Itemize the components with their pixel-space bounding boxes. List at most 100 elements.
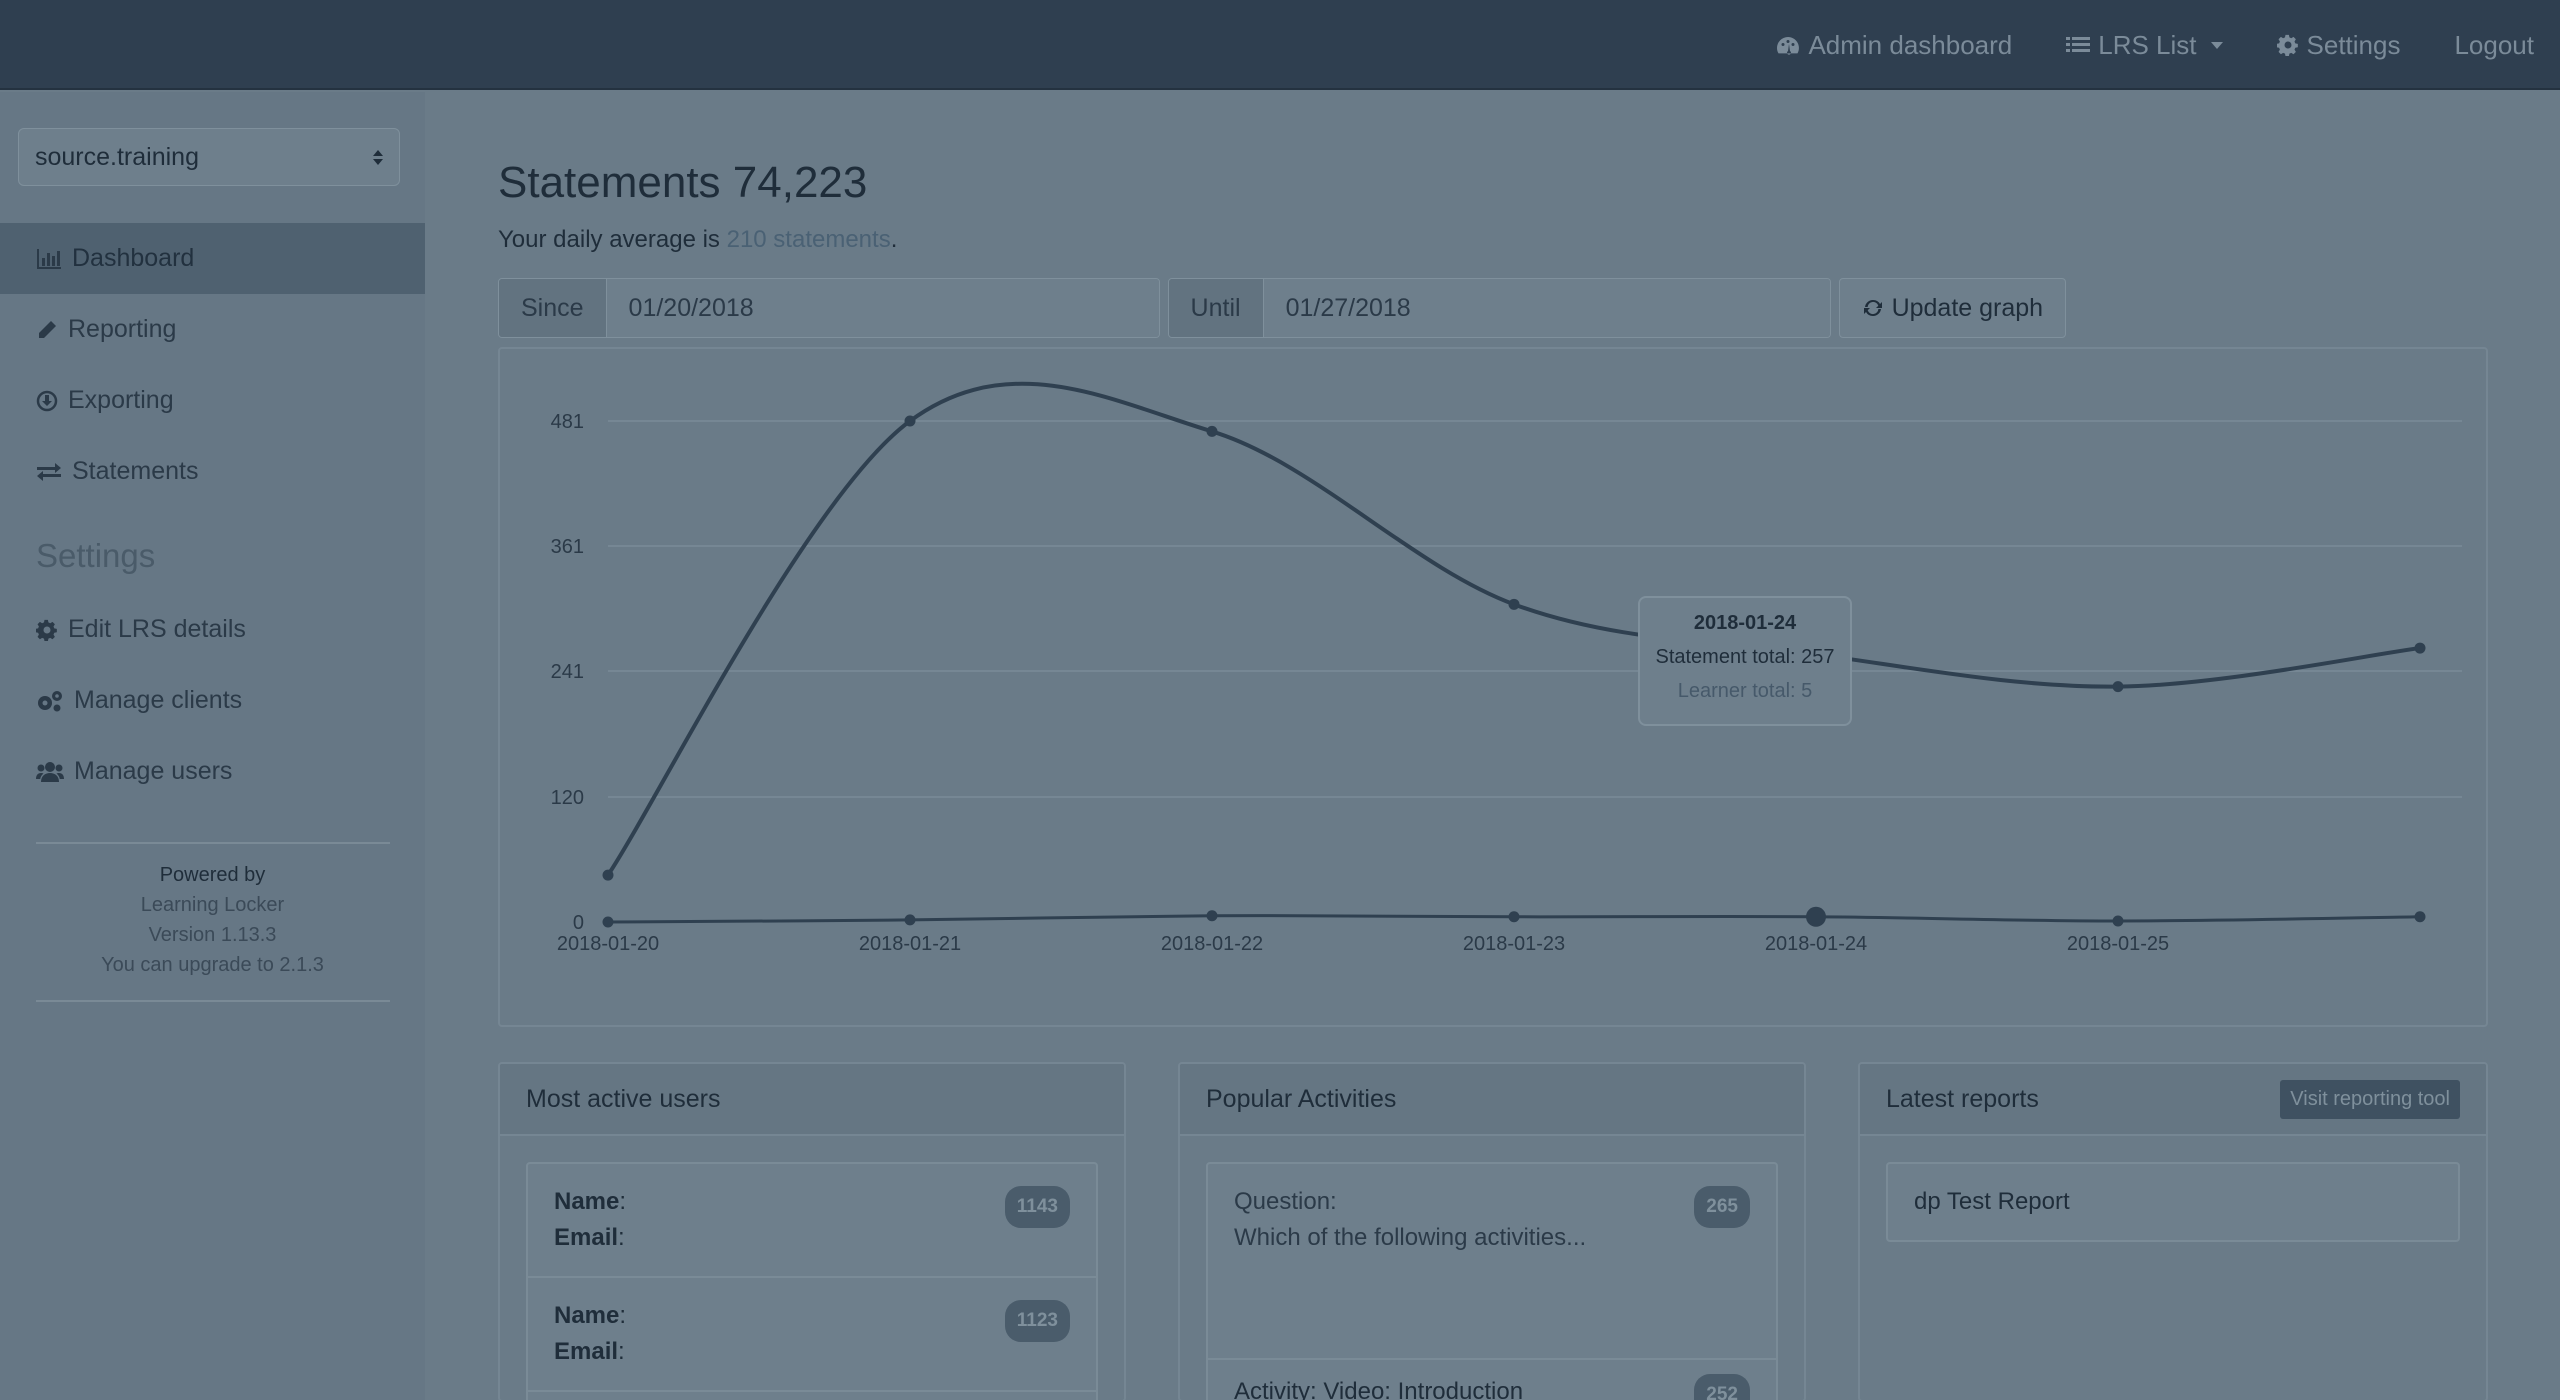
list-item[interactable]: dp Test Report bbox=[1888, 1164, 2458, 1240]
dashboard-icon bbox=[1777, 37, 1800, 55]
x-tick-label: 2018-01-22 bbox=[1161, 933, 1263, 955]
bar-chart-icon bbox=[37, 248, 61, 269]
activity-name: Which of the following activities... bbox=[1234, 1224, 1587, 1251]
list-item[interactable] bbox=[528, 1392, 1096, 1400]
sidebar-item-exporting[interactable]: Exporting bbox=[0, 365, 425, 436]
sidebar-item-reporting[interactable]: Reporting bbox=[0, 294, 425, 365]
sidebar-item-dashboard[interactable]: Dashboard bbox=[0, 223, 425, 294]
visit-reporting-tool-button[interactable]: Visit reporting tool bbox=[2280, 1079, 2460, 1119]
list-icon bbox=[2066, 37, 2091, 52]
panel-header: Most active users bbox=[500, 1064, 1124, 1136]
data-point bbox=[2112, 915, 2124, 927]
name-label: Name bbox=[554, 1302, 620, 1329]
sidebar-item-label: Reporting bbox=[68, 315, 177, 343]
user-email-line: Email: bbox=[554, 1334, 1070, 1370]
panel-header: Popular Activities bbox=[1180, 1064, 1804, 1136]
x-tick-label: 2018-01-24 bbox=[1765, 933, 1867, 955]
panel-header: Latest reports Visit reporting tool bbox=[1860, 1064, 2486, 1136]
y-tick-label: 241 bbox=[551, 661, 584, 683]
x-tick-label: 2018-01-20 bbox=[557, 933, 659, 955]
top-navbar: Admin dashboard LRS List Settings Logout bbox=[0, 0, 2560, 90]
user-name-line: Name: bbox=[554, 1298, 1070, 1334]
refresh-icon bbox=[1863, 299, 1882, 317]
colon: : bbox=[619, 1302, 627, 1329]
data-point bbox=[602, 916, 614, 928]
data-point bbox=[1508, 598, 1520, 610]
email-label: Email bbox=[554, 1338, 619, 1365]
tooltip-learner-total: Learner total: 5 bbox=[1677, 680, 1813, 702]
colon: : bbox=[618, 1338, 625, 1365]
report-name: dp Test Report bbox=[1914, 1188, 2070, 1215]
sidebar-item-label: Manage users bbox=[74, 757, 233, 785]
nav-lrs-list-label: LRS List bbox=[2098, 29, 2197, 60]
page-title: Statements 74,223 bbox=[498, 158, 868, 207]
until-label: Until bbox=[1168, 279, 1264, 337]
colon: : bbox=[618, 1224, 625, 1251]
sidebar: source.training Dashboard Reporting Expo… bbox=[0, 92, 425, 1400]
exchange-icon bbox=[37, 462, 61, 481]
since-label: Since bbox=[499, 279, 607, 337]
users-icon bbox=[36, 761, 64, 782]
sidebar-item-manage-clients[interactable]: Manage clients bbox=[0, 665, 425, 736]
since-date-input[interactable]: 01/20/2018 bbox=[606, 279, 1159, 337]
nav-settings[interactable]: Settings bbox=[2276, 29, 2401, 61]
list-item[interactable]: Activity: Video: Introduction 252 bbox=[1208, 1360, 1776, 1400]
colon: : bbox=[619, 1188, 627, 1215]
gear-icon bbox=[2276, 34, 2298, 56]
panel-title: Most active users bbox=[526, 1084, 721, 1113]
daily-average-text: Your daily average is 210 statements. bbox=[498, 226, 897, 254]
count-badge: 252 bbox=[1694, 1374, 1750, 1400]
list-item[interactable]: Name: Email: 1123 bbox=[528, 1278, 1096, 1392]
until-date-input[interactable]: 01/27/2018 bbox=[1263, 279, 1830, 337]
sidebar-item-label: Manage clients bbox=[74, 686, 243, 714]
email-label: Email bbox=[554, 1224, 619, 1251]
count-badge: 1123 bbox=[1004, 1300, 1070, 1342]
sidebar-settings-menu: Edit LRS details Manage clients Manage u… bbox=[0, 594, 425, 807]
sidebar-item-label: Statements bbox=[72, 457, 199, 485]
date-range-form: Since 01/20/2018 Until 01/27/2018 Update… bbox=[498, 278, 2067, 338]
data-point bbox=[1206, 425, 1218, 437]
update-graph-button[interactable]: Update graph bbox=[1838, 278, 2067, 338]
nav-links: Admin dashboard LRS List Settings Logout bbox=[1776, 0, 2534, 90]
panel-title: Latest reports bbox=[1886, 1084, 2039, 1113]
nav-admin-dashboard-label: Admin dashboard bbox=[1808, 29, 2013, 60]
data-point bbox=[602, 869, 614, 881]
sidebar-item-manage-users[interactable]: Manage users bbox=[0, 736, 425, 807]
activity-type: Activity: Video: Introduction bbox=[1234, 1378, 1524, 1400]
daily-average-prefix: Your daily average is bbox=[498, 226, 727, 253]
settings-heading: Settings bbox=[36, 537, 156, 574]
tooltip-statement-total: Statement total: 257 bbox=[1655, 646, 1835, 668]
sidebar-item-edit-lrs[interactable]: Edit LRS details bbox=[0, 594, 425, 665]
sidebar-divider bbox=[36, 1000, 390, 1002]
popular-activities-panel: Popular Activities Question: Which of th… bbox=[1178, 1062, 1806, 1400]
name-label: Name bbox=[554, 1188, 620, 1215]
version-text: Version 1.13.3 bbox=[148, 924, 277, 946]
nav-logout[interactable]: Logout bbox=[2454, 30, 2534, 61]
pencil-icon bbox=[39, 320, 56, 338]
latest-reports-panel: Latest reports Visit reporting tool dp T… bbox=[1858, 1062, 2488, 1400]
nav-lrs-list[interactable]: LRS List bbox=[2066, 29, 2223, 61]
x-tick-label: 2018-01-21 bbox=[859, 933, 961, 955]
y-tick-label: 481 bbox=[551, 411, 584, 433]
y-tick-label: 0 bbox=[573, 912, 584, 934]
nav-settings-label: Settings bbox=[2306, 29, 2401, 60]
chart-svg: 0 120 241 361 481 2018-01-20 2018-01-21 2018-01… bbox=[551, 381, 2462, 955]
data-point bbox=[904, 914, 916, 926]
lrs-select[interactable]: source.training bbox=[18, 128, 400, 186]
data-point bbox=[1806, 906, 1826, 927]
tooltip-date: 2018-01-24 bbox=[1693, 612, 1797, 634]
sidebar-item-label: Dashboard bbox=[72, 244, 195, 272]
powered-by-block: Powered by Learning Locker Version 1.13.… bbox=[0, 860, 425, 980]
daily-average-link[interactable]: 210 statements bbox=[727, 226, 891, 253]
list-item[interactable]: Name: Email: 1143 bbox=[528, 1164, 1096, 1278]
upgrade-text: You can upgrade to 2.1.3 bbox=[101, 954, 324, 976]
data-point bbox=[1508, 911, 1520, 923]
sidebar-item-statements[interactable]: Statements bbox=[0, 436, 425, 507]
data-point bbox=[1206, 910, 1218, 922]
sidebar-item-label: Exporting bbox=[68, 386, 174, 414]
list-item[interactable]: Question: Which of the following activit… bbox=[1208, 1164, 1776, 1360]
nav-admin-dashboard[interactable]: Admin dashboard bbox=[1776, 30, 2012, 61]
sidebar-divider bbox=[36, 842, 390, 844]
caret-down-icon bbox=[2210, 41, 2223, 49]
x-tick-label: 2018-01-23 bbox=[1463, 933, 1565, 955]
